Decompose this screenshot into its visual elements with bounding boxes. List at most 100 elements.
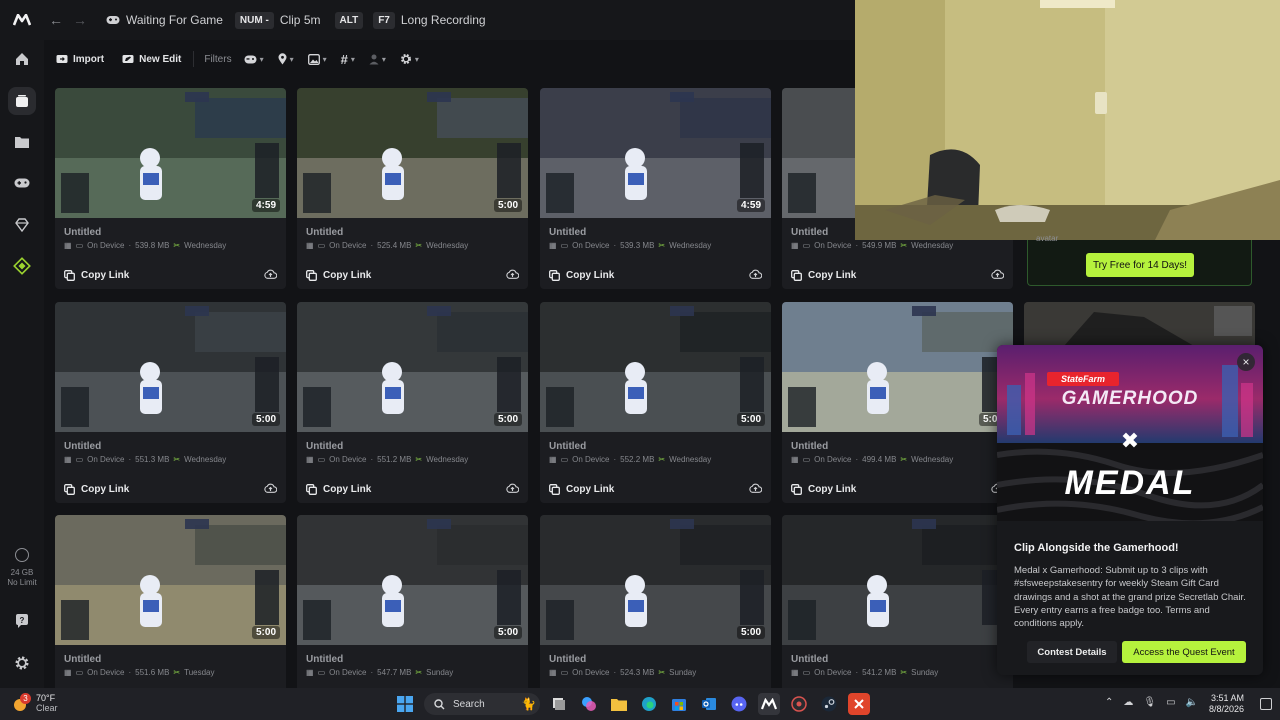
back-arrow-icon[interactable]: ← (44, 12, 68, 28)
medal-taskbar-icon[interactable] (758, 693, 780, 715)
clip-title[interactable]: Untitled (64, 441, 101, 452)
copy-link-button[interactable]: Copy Link (791, 270, 856, 281)
access-quest-button[interactable]: Access the Quest Event (1122, 641, 1246, 663)
clip-thumbnail[interactable]: 5:00 (55, 302, 286, 432)
clip-card[interactable]: 5:00 Untitled ▦ ▭ On Device · 499.4 MB ✂ Wednesd… (782, 302, 1013, 503)
media-filter-dropdown[interactable]: ▾ (307, 53, 327, 65)
file-explorer-icon[interactable] (608, 693, 630, 715)
cloud-upload-icon[interactable] (749, 483, 763, 496)
cloud-upload-icon[interactable] (506, 483, 520, 496)
cloud-upload-icon[interactable] (749, 269, 763, 282)
quests-icon[interactable] (8, 252, 36, 280)
location-filter-dropdown[interactable]: ▾ (278, 53, 294, 65)
app-icon-red[interactable] (788, 693, 810, 715)
try-free-button[interactable]: Try Free for 14 Days! (1086, 253, 1194, 277)
network-icon[interactable]: ▭ (1166, 697, 1175, 708)
copy-link-button[interactable]: Copy Link (306, 484, 371, 495)
app-icon-orange[interactable] (848, 693, 870, 715)
notification-icon[interactable] (1260, 698, 1272, 710)
home-icon[interactable] (8, 45, 36, 73)
steam-icon[interactable] (818, 693, 840, 715)
clip-card[interactable]: 5:00Untitled▦▭On Device·524.3 MB✂SundayC… (540, 515, 771, 688)
cloud-icon[interactable]: ☁ (1123, 697, 1133, 708)
clip-thumbnail[interactable]: 5:00 (540, 515, 771, 645)
chevron-down-icon: ▾ (322, 54, 327, 64)
taskbar-search[interactable]: Search 🐈 (424, 693, 540, 715)
windows-start-icon[interactable] (394, 693, 416, 715)
clip-card[interactable]: 5:00 Untitled ▦ ▭ On Device · 551.2 MB ✂ Wednesd… (297, 302, 528, 503)
clip-card[interactable]: 4:59 Untitled ▦ ▭ On Device · 539.8 MB ✂ Wednesd… (55, 88, 286, 289)
games-controller-icon[interactable] (8, 169, 36, 197)
volume-icon[interactable]: 🔈 (1186, 697, 1198, 708)
clip-card[interactable]: 5:00 Untitled ▦ ▭ On Device · 552.2 MB ✂ Wednesd… (540, 302, 771, 503)
hotkey-clip[interactable]: NUM - Clip 5m (234, 11, 321, 29)
microphone-icon[interactable]: 🎙 (1143, 697, 1156, 708)
store-icon[interactable] (668, 693, 690, 715)
clip-title[interactable]: Untitled (549, 227, 586, 238)
meta-separator: · (613, 668, 617, 677)
folder-icon[interactable] (8, 128, 36, 156)
cloud-upload-icon[interactable] (264, 269, 278, 282)
settings-gear-icon[interactable] (8, 649, 36, 677)
weather-widget[interactable]: 3 70°F Clear (10, 693, 58, 713)
clip-title[interactable]: Untitled (549, 654, 586, 665)
copy-link-button[interactable]: Copy Link (549, 484, 614, 495)
clip-title[interactable]: Untitled (64, 227, 101, 238)
clip-title[interactable]: Untitled (791, 441, 828, 452)
clip-thumbnail[interactable] (782, 515, 1013, 645)
clip-thumbnail[interactable]: 5:00 (297, 515, 528, 645)
clip-title[interactable]: Untitled (791, 227, 828, 238)
clip-thumbnail[interactable]: 4:59 (55, 88, 286, 218)
copilot-icon[interactable] (578, 693, 600, 715)
clip-card[interactable]: Untitled▦▭On Device·541.2 MB✂SundayCopy … (782, 515, 1013, 688)
clip-card[interactable]: 5:00 Untitled ▦ ▭ On Device · 551.3 MB ✂ Wednesd… (55, 302, 286, 503)
clip-thumbnail[interactable]: 5:00 (55, 515, 286, 645)
clip-card[interactable]: 5:00 Untitled ▦ ▭ On Device · 551.6 MB ✂ Tuesday… (55, 515, 286, 688)
help-icon[interactable]: ? (8, 607, 36, 635)
import-button[interactable]: Import (56, 54, 104, 65)
outlook-icon[interactable] (698, 693, 720, 715)
medal-logo-icon[interactable] (0, 0, 44, 40)
chevron-up-icon[interactable]: ⌃ (1105, 697, 1113, 708)
clip-title[interactable]: Untitled (306, 654, 343, 665)
hotkey-alt[interactable]: ALT (334, 11, 364, 29)
copy-link-button[interactable]: Copy Link (791, 484, 856, 495)
premium-gem-icon[interactable] (8, 211, 36, 239)
taskbar-clock[interactable]: 3:51 AM 8/8/2026 (1209, 693, 1244, 715)
copy-link-button[interactable]: Copy Link (549, 270, 614, 281)
clip-thumbnail[interactable]: 5:00 (540, 302, 771, 432)
clip-title[interactable]: Untitled (306, 441, 343, 452)
task-view-icon[interactable] (548, 693, 570, 715)
forward-arrow-icon[interactable]: → (68, 12, 92, 28)
storage-indicator[interactable]: 24 GB No Limit (0, 548, 44, 588)
game-filter-dropdown[interactable]: ▾ (244, 55, 264, 64)
cloud-upload-icon[interactable] (264, 483, 278, 496)
settings-filter-dropdown[interactable]: ▾ (400, 53, 419, 65)
hotkey-long-recording[interactable]: F7 Long Recording (373, 11, 486, 29)
clip-thumbnail[interactable]: 5:00 (297, 88, 528, 218)
copy-link-button[interactable]: Copy Link (64, 270, 129, 281)
clip-thumbnail[interactable]: 5:00 (782, 302, 1013, 432)
copy-link-button[interactable]: Copy Link (64, 484, 129, 495)
clip-card[interactable]: 5:00Untitled▦▭On Device·547.7 MB✂SundayC… (297, 515, 528, 688)
cloud-upload-icon[interactable] (991, 269, 1005, 282)
clip-title[interactable]: Untitled (791, 654, 828, 665)
clip-card[interactable]: 5:00 Untitled ▦ ▭ On Device · 525.4 MB ✂ Wednesd… (297, 88, 528, 289)
discord-icon[interactable] (728, 693, 750, 715)
clip-thumbnail[interactable]: 5:00 (297, 302, 528, 432)
edge-browser-icon[interactable] (638, 693, 660, 715)
clips-icon[interactable] (8, 87, 36, 115)
device-icon: ▭ (317, 241, 326, 250)
new-edit-button[interactable]: New Edit (122, 54, 181, 65)
clip-title[interactable]: Untitled (306, 227, 343, 238)
clip-title[interactable]: Untitled (549, 441, 586, 452)
clip-card[interactable]: 4:59 Untitled ▦ ▭ On Device · 539.3 MB ✂ Wednesd… (540, 88, 771, 289)
close-icon[interactable]: × (1237, 353, 1255, 371)
cloud-upload-icon[interactable] (506, 269, 520, 282)
contest-details-button[interactable]: Contest Details (1027, 641, 1117, 663)
user-filter-dropdown[interactable]: ▾ (369, 54, 386, 65)
clip-title[interactable]: Untitled (64, 654, 101, 665)
copy-link-button[interactable]: Copy Link (306, 270, 371, 281)
clip-thumbnail[interactable]: 4:59 (540, 88, 771, 218)
tag-filter-dropdown[interactable]: # ▾ (341, 52, 355, 67)
